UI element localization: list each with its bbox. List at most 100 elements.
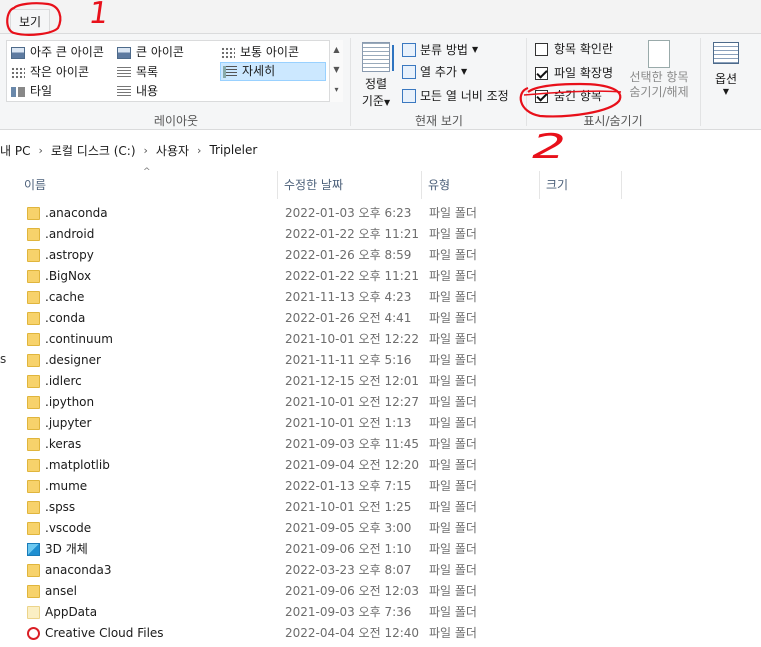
file-type: 파일 폴더	[429, 374, 477, 388]
file-date-modified: 2021-10-01 오전 12:27	[285, 395, 420, 409]
file-row[interactable]: .keras 2021-09-03 오후 11:45 파일 폴더	[0, 434, 761, 455]
file-type: 파일 폴더	[429, 479, 477, 493]
file-extensions-checkbox[interactable]	[535, 66, 548, 80]
chevron-down-icon: ▼	[722, 87, 730, 96]
file-row[interactable]: Creative Cloud Files 2022-04-04 오전 12:40 파…	[0, 623, 761, 644]
layout-tiles[interactable]: 타일	[11, 82, 52, 101]
file-type: 파일 폴더	[429, 332, 477, 346]
file-row[interactable]: .android 2022-01-22 오후 11:21 파일 폴더	[0, 224, 761, 245]
file-row[interactable]: AppData 2021-09-03 오후 7:36 파일 폴더	[0, 602, 761, 623]
file-type: 파일 폴더	[429, 353, 477, 367]
file-name: .idlerc	[45, 374, 82, 388]
file-row[interactable]: .designer 2021-11-11 오후 5:16 파일 폴더	[0, 350, 761, 371]
file-name: AppData	[45, 605, 98, 619]
folder-icon	[27, 354, 40, 367]
column-name[interactable]: 이름	[18, 171, 278, 199]
file-type: 파일 폴더	[429, 227, 477, 241]
hidden-items-checkbox[interactable]	[535, 89, 548, 103]
extra-large-icons-icon	[11, 46, 25, 59]
file-row[interactable]: .cache 2021-11-13 오후 4:23 파일 폴더	[0, 287, 761, 308]
column-type[interactable]: 유형	[422, 171, 540, 199]
file-date-modified: 2022-01-26 오후 8:59	[285, 248, 412, 262]
file-row[interactable]: .BigNox 2022-01-22 오후 11:21 파일 폴더	[0, 266, 761, 287]
list-icon	[117, 66, 131, 79]
chevron-down-icon[interactable]: ▼	[330, 60, 343, 80]
chevron-up-icon[interactable]: ▲	[330, 40, 343, 60]
chevron-right-icon[interactable]: ›	[38, 144, 42, 157]
file-row[interactable]: anaconda3 2022-03-23 오후 8:07 파일 폴더	[0, 560, 761, 581]
item-checkboxes-checkbox[interactable]	[535, 42, 548, 56]
file-row[interactable]: .idlerc 2021-12-15 오전 12:01 파일 폴더	[0, 371, 761, 392]
ribbon-separator	[350, 38, 351, 126]
chevron-right-icon[interactable]: ›	[144, 144, 148, 157]
file-row[interactable]: .vscode 2021-09-05 오후 3:00 파일 폴더	[0, 518, 761, 539]
file-type: 파일 폴더	[429, 500, 477, 514]
file-row[interactable]: ansel 2021-09-06 오전 12:03 파일 폴더	[0, 581, 761, 602]
file-row[interactable]: 3D 개체 2021-09-06 오전 1:10 파일 폴더	[0, 539, 761, 560]
file-type: 파일 폴더	[429, 248, 477, 262]
layout-medium-icons[interactable]: 보통 아이콘	[221, 43, 299, 62]
column-date-modified[interactable]: 수정한 날짜	[278, 171, 422, 199]
file-name: anaconda3	[45, 563, 112, 577]
address-bar[interactable]: 내 PC › 로컬 디스크 (C:) › 사용자 › Tripleler	[0, 131, 761, 169]
file-row[interactable]: .mume 2022-01-13 오후 7:15 파일 폴더	[0, 476, 761, 497]
folder-icon	[27, 375, 40, 388]
layout-gallery-scroll[interactable]: ▲ ▼ ▾	[329, 40, 343, 102]
file-row[interactable]: .matplotlib 2021-09-04 오전 12:20 파일 폴더	[0, 455, 761, 476]
layout-small-icons[interactable]: 작은 아이콘	[11, 63, 89, 82]
group-by-button[interactable]: 분류 방법 ▼	[402, 40, 478, 60]
file-name: .BigNox	[45, 269, 92, 283]
options-button[interactable]: 옵션 ▼	[706, 40, 746, 110]
folder-icon	[27, 291, 40, 304]
chevron-right-icon[interactable]: ›	[197, 144, 201, 157]
hidden-items-toggle[interactable]: 숨긴 항목	[535, 86, 602, 106]
file-name: .conda	[45, 311, 86, 325]
file-row[interactable]: .conda 2022-01-26 오전 4:41 파일 폴더	[0, 308, 761, 329]
folder-icon	[27, 207, 40, 220]
folder-icon	[27, 249, 40, 262]
large-icons-icon	[117, 46, 131, 59]
breadcrumb-users[interactable]: 사용자	[156, 142, 189, 159]
layout-gallery: 아주 큰 아이콘 큰 아이콘 보통 아이콘 작은 아이콘 목록 자세히 타일 내…	[6, 40, 343, 102]
file-type: 파일 폴더	[429, 437, 477, 451]
file-name: .continuum	[45, 332, 113, 346]
file-date-modified: 2022-01-13 오후 7:15	[285, 479, 412, 493]
layout-large-icons[interactable]: 큰 아이콘	[117, 43, 184, 62]
size-all-columns-button[interactable]: 모든 열 너비 조정	[402, 86, 509, 106]
hide-selected-items-button[interactable]: 선택한 항목 숨기기/해제	[622, 40, 696, 104]
breadcrumb-this-pc[interactable]: 내 PC	[0, 142, 30, 159]
file-row[interactable]: .anaconda 2022-01-03 오후 6:23 파일 폴더	[0, 203, 761, 224]
file-date-modified: 2022-01-26 오전 4:41	[285, 311, 412, 325]
layout-content[interactable]: 내용	[117, 82, 158, 101]
file-row[interactable]: .ipython 2021-10-01 오전 12:27 파일 폴더	[0, 392, 761, 413]
layout-list[interactable]: 목록	[117, 63, 158, 82]
file-row[interactable]: .continuum 2021-10-01 오전 12:22 파일 폴더	[0, 329, 761, 350]
cube-3d-icon	[27, 543, 40, 556]
folder-icon	[27, 606, 40, 619]
item-checkboxes-toggle[interactable]: 항목 확인란	[535, 39, 613, 59]
folder-icon	[27, 270, 40, 283]
more-icon[interactable]: ▾	[330, 80, 343, 100]
layout-details[interactable]: 자세히	[220, 62, 326, 81]
file-row[interactable]: .jupyter 2021-10-01 오전 1:13 파일 폴더	[0, 413, 761, 434]
file-type: 파일 폴더	[429, 416, 477, 430]
ribbon: 아주 큰 아이콘 큰 아이콘 보통 아이콘 작은 아이콘 목록 자세히 타일 내…	[0, 33, 761, 130]
chevron-down-icon: ▼	[471, 45, 479, 54]
folder-icon	[27, 312, 40, 325]
tab-view[interactable]: 보기	[10, 9, 51, 33]
folder-icon	[27, 585, 40, 598]
file-date-modified: 2021-09-04 오전 12:20	[285, 458, 420, 472]
folder-icon	[27, 438, 40, 451]
breadcrumb-user-folder[interactable]: Tripleler	[209, 143, 257, 157]
breadcrumb-local-disk[interactable]: 로컬 디스크 (C:)	[51, 142, 136, 159]
file-row[interactable]: .spss 2021-10-01 오전 1:25 파일 폴더	[0, 497, 761, 518]
medium-icons-icon	[221, 46, 235, 59]
group-label-layout: 레이아웃	[153, 114, 199, 128]
add-columns-button[interactable]: 열 추가 ▼	[402, 62, 467, 82]
sort-by-button[interactable]: 정렬 기준▼	[357, 40, 395, 110]
content-icon	[117, 85, 131, 98]
file-row[interactable]: .astropy 2022-01-26 오후 8:59 파일 폴더	[0, 245, 761, 266]
file-extensions-toggle[interactable]: 파일 확장명	[535, 63, 613, 83]
layout-extra-large-icons[interactable]: 아주 큰 아이콘	[11, 43, 104, 62]
column-size[interactable]: 크기	[540, 171, 622, 199]
